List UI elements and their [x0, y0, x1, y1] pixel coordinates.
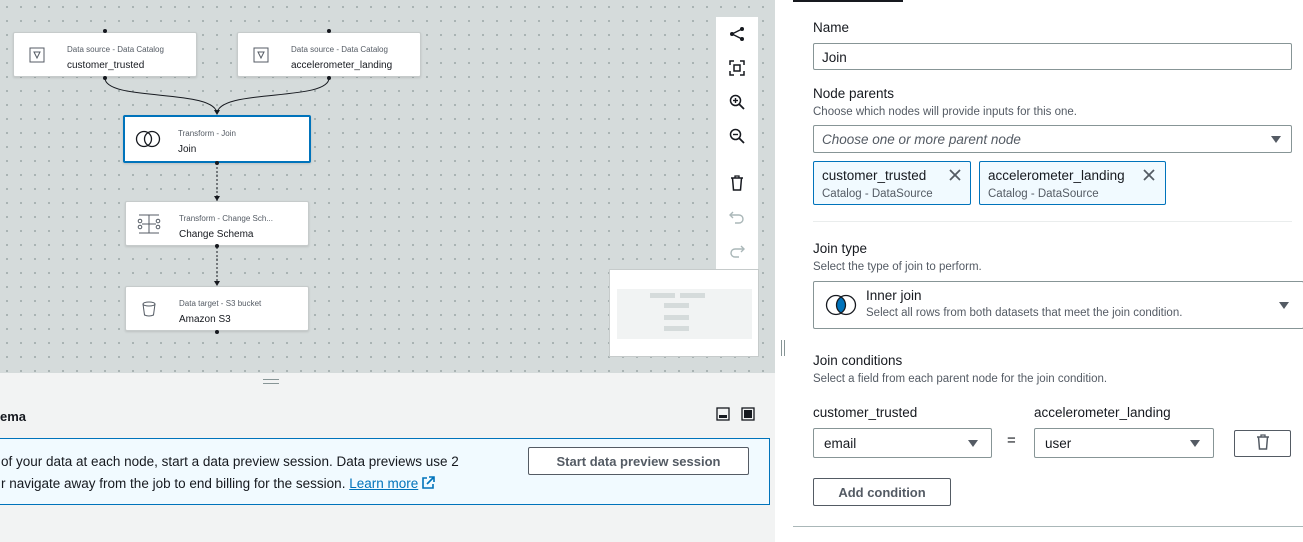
node-parents-placeholder: Choose one or more parent node [822, 132, 1021, 147]
equals-sign: = [1007, 432, 1016, 449]
name-label: Name [813, 20, 850, 35]
chip-sub: Catalog - DataSource [988, 188, 1099, 200]
bottom-panel: ema of your data at each node, start a d… [0, 373, 775, 542]
parent-chip-customer-trusted: customer_trusted Catalog - DataSource [813, 161, 971, 205]
chevron-down-icon [1190, 440, 1200, 447]
minimap-viewport [617, 289, 752, 339]
node-name: Change Schema [179, 229, 254, 240]
right-field-value: user [1045, 436, 1072, 451]
learn-more-text: Learn more [349, 476, 419, 491]
port-dot [103, 29, 107, 33]
divider [813, 221, 1292, 222]
external-link-icon [422, 476, 435, 489]
chevron-down-icon [1271, 136, 1281, 143]
node-type-label: Data target - S3 bucket [179, 299, 262, 308]
trash-icon [1256, 434, 1269, 450]
bucket-icon [136, 298, 162, 320]
node-change-schema[interactable]: Transform - Change Sch... Change Schema [125, 201, 309, 246]
info-text-line1: of your data at each node, start a data … [1, 454, 459, 469]
minimap[interactable] [609, 269, 759, 357]
node-name: accelerometer_landing [291, 60, 393, 71]
zoom-in-icon[interactable] [725, 90, 749, 114]
chip-name: accelerometer_landing [988, 168, 1125, 183]
join-conditions-description: Select a field from each parent node for… [813, 373, 1108, 385]
panel-resize-handle[interactable] [780, 340, 786, 360]
chevron-down-icon [1279, 302, 1289, 309]
remove-chip-icon[interactable] [947, 167, 963, 183]
canvas-toolbar [716, 17, 758, 269]
node-name: Join [178, 144, 197, 155]
node-name: Amazon S3 [179, 314, 231, 325]
delete-condition-button[interactable] [1234, 430, 1291, 457]
start-preview-button[interactable]: Start data preview session [528, 447, 749, 475]
chevron-down-icon [968, 440, 978, 447]
port-dot [327, 29, 331, 33]
right-field-select[interactable]: user [1034, 428, 1214, 458]
minimap-node [650, 293, 675, 298]
delete-icon[interactable] [725, 171, 749, 195]
node-properties-panel: Name Join Node parents Choose which node… [793, 0, 1303, 527]
inner-join-icon [825, 294, 857, 321]
port-dot [215, 161, 219, 165]
join-conditions-label: Join conditions [813, 353, 903, 368]
node-type-label: Transform - Join [178, 129, 236, 138]
node-type-label: Data source - Data Catalog [67, 45, 164, 54]
chip-name: customer_trusted [822, 168, 927, 183]
node-type-label: Transform - Change Sch... [179, 214, 273, 223]
join-type-value-description: Select all rows from both datasets that … [866, 307, 1183, 319]
node-amazon-s3[interactable]: Data target - S3 bucket Amazon S3 [125, 286, 309, 331]
minimap-node [680, 293, 705, 298]
name-input-value: Join [822, 50, 847, 65]
port-dot [215, 244, 219, 248]
minimap-node [664, 326, 689, 331]
node-type-label: Data source - Data Catalog [291, 45, 388, 54]
left-field-select[interactable]: email [813, 428, 992, 458]
add-condition-button[interactable]: Add condition [813, 478, 951, 506]
info-text-line2: r navigate away from the job to end bill… [1, 476, 435, 491]
join-type-label: Join type [813, 241, 868, 256]
redo-icon[interactable] [725, 239, 749, 263]
port-dot [215, 330, 219, 334]
join-icon [135, 128, 161, 150]
learn-more-link[interactable]: Learn more [349, 476, 418, 491]
remove-chip-icon[interactable] [1141, 167, 1157, 183]
bottom-panel-resize-handle[interactable] [263, 379, 279, 384]
node-join[interactable]: Transform - Join Join [123, 115, 311, 163]
parent-chip-accelerometer-landing: accelerometer_landing Catalog - DataSour… [979, 161, 1166, 205]
minimap-node [664, 315, 689, 320]
join-type-select[interactable]: Inner join Select all rows from both dat… [813, 281, 1303, 329]
edge-customer-to-join [104, 77, 218, 115]
panel-maximize-icon[interactable] [741, 407, 755, 421]
edge-accelerometer-to-join [216, 77, 330, 115]
node-parents-label: Node parents [813, 86, 895, 101]
chip-sub: Catalog - DataSource [822, 188, 933, 200]
undo-icon[interactable] [725, 205, 749, 229]
minimap-node [664, 303, 689, 308]
node-customer-trusted[interactable]: Data source - Data Catalog customer_trus… [13, 32, 197, 77]
data-catalog-icon [24, 44, 50, 66]
node-parents-description: Choose which nodes will provide inputs f… [813, 106, 1078, 118]
join-type-value: Inner join [866, 288, 922, 303]
bottom-panel-title: ema [0, 409, 27, 424]
change-schema-icon [136, 213, 162, 235]
active-tab-indicator [793, 0, 903, 2]
name-input[interactable]: Join [813, 43, 1292, 70]
panel-minimize-icon[interactable] [716, 407, 730, 421]
fit-screen-icon[interactable] [725, 56, 749, 80]
join-type-description: Select the type of join to perform. [813, 261, 982, 273]
node-accelerometer-landing[interactable]: Data source - Data Catalog accelerometer… [237, 32, 421, 77]
right-parent-label: accelerometer_landing [1034, 405, 1171, 420]
port-dot [103, 76, 107, 80]
port-dot [327, 76, 331, 80]
left-parent-label: customer_trusted [813, 405, 918, 420]
data-catalog-icon [248, 44, 274, 66]
left-field-value: email [824, 436, 857, 451]
job-canvas[interactable]: Data source - Data Catalog customer_trus… [0, 0, 775, 373]
info-text-line2-body: r navigate away from the job to end bill… [1, 476, 346, 491]
zoom-out-icon[interactable] [725, 124, 749, 148]
node-name: customer_trusted [67, 60, 145, 71]
layout-icon[interactable] [725, 22, 749, 46]
node-parents-select[interactable]: Choose one or more parent node [813, 125, 1292, 153]
